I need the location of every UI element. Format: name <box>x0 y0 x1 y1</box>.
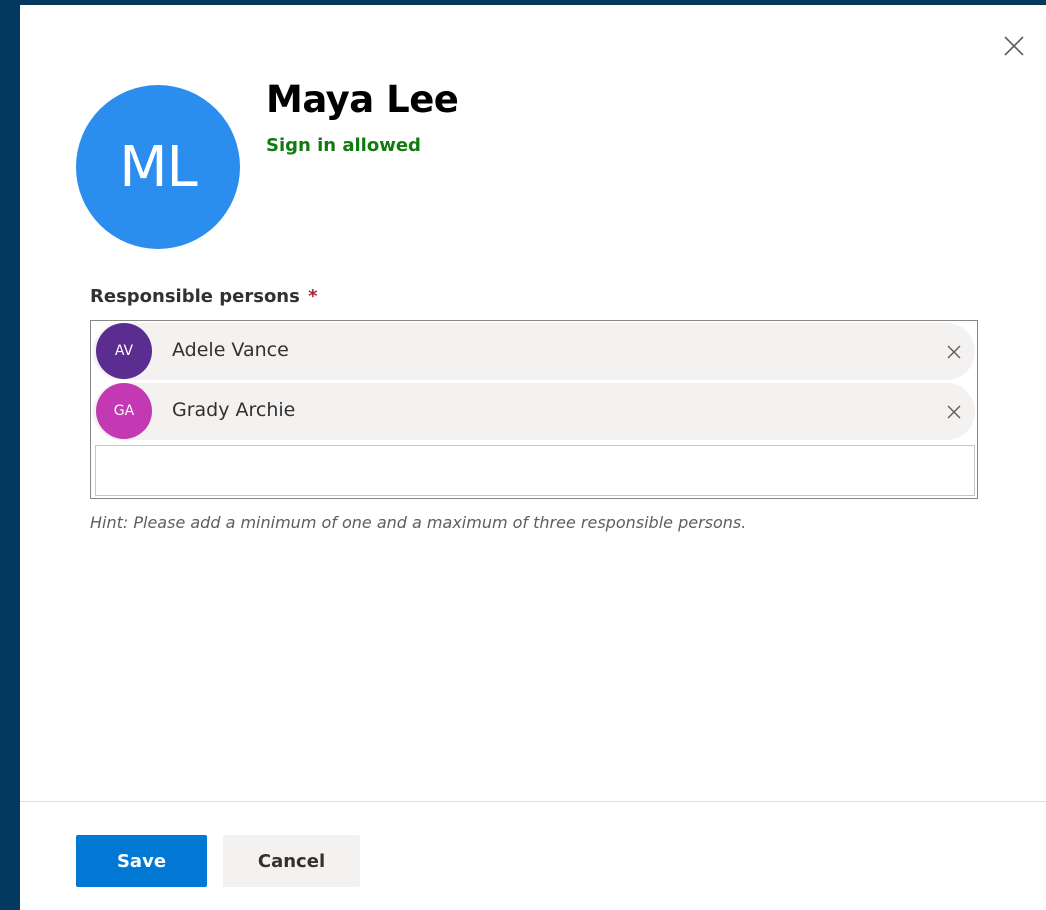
user-details-panel: ML Maya Lee Sign in allowed Responsible … <box>20 5 1046 910</box>
user-avatar-initials: ML <box>119 134 198 200</box>
people-search-input[interactable] <box>95 445 975 496</box>
user-avatar: ML <box>76 85 240 249</box>
save-button[interactable]: Save <box>76 835 207 887</box>
persona-item: AV Adele Vance <box>93 323 975 380</box>
close-icon <box>947 405 961 419</box>
persona-item: GA Grady Archie <box>93 383 975 440</box>
close-icon <box>1004 36 1024 56</box>
responsible-persons-label: Responsible persons * <box>90 286 318 307</box>
remove-persona-button[interactable] <box>943 401 965 423</box>
hint-text: Hint: Please add a minimum of one and a … <box>90 513 747 532</box>
close-button[interactable] <box>1000 32 1028 60</box>
cancel-button[interactable]: Cancel <box>223 835 360 887</box>
sign-in-status: Sign in allowed <box>266 135 421 156</box>
remove-persona-button[interactable] <box>943 341 965 363</box>
required-marker: * <box>308 286 318 307</box>
responsible-persons-label-text: Responsible persons <box>90 286 300 307</box>
persona-initials: AV <box>114 343 134 359</box>
user-name: Maya Lee <box>266 78 459 121</box>
persona-name: Grady Archie <box>172 399 296 421</box>
footer-divider <box>20 801 1046 802</box>
persona-avatar: AV <box>96 323 152 379</box>
close-icon <box>947 345 961 359</box>
persona-avatar: GA <box>96 383 152 439</box>
people-picker: AV Adele Vance GA Grady Archie <box>90 320 978 499</box>
persona-name: Adele Vance <box>172 339 289 361</box>
persona-initials: GA <box>113 403 135 419</box>
